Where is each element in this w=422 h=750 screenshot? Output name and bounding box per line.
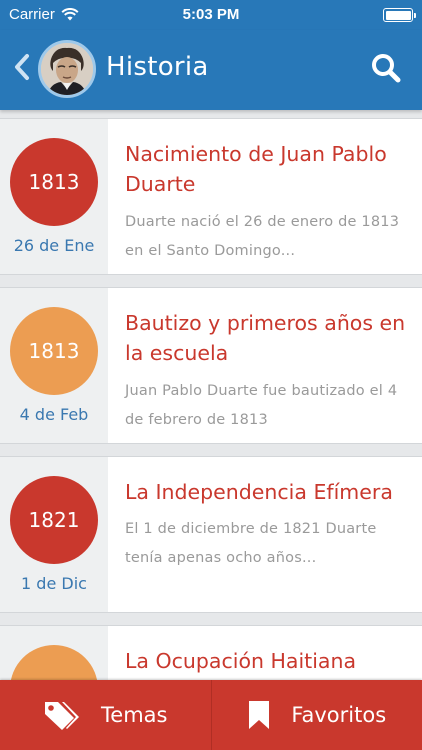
page-title: Historia — [106, 52, 209, 82]
tab-favoritos[interactable]: Favoritos — [210, 680, 422, 750]
day-label: 4 de Feb — [19, 405, 89, 424]
status-bar: Carrier 5:03 PM — [0, 0, 422, 30]
year-badge: 1813 — [10, 307, 98, 395]
event-description: Juan Pablo Duarte fue bautizado el 4 de … — [125, 383, 398, 428]
list-item[interactable]: 1813 26 de Ene Nacimiento de Juan Pablo … — [0, 118, 422, 275]
battery-level — [385, 10, 411, 20]
bookmark-icon — [249, 701, 270, 729]
chevron-left-icon — [15, 54, 29, 80]
search-button[interactable] — [370, 52, 402, 84]
date-column: 1813 4 de Feb — [0, 288, 108, 443]
year-badge: 1821 — [10, 476, 98, 564]
tab-temas-label: Temas — [101, 703, 168, 727]
nav-bar: Historia — [0, 30, 422, 110]
tab-temas[interactable]: Temas — [0, 680, 211, 750]
event-description: Duarte nació el 26 de enero de 1813 en e… — [125, 214, 400, 259]
event-title: Bautizo y primeros años en la escuela — [125, 311, 406, 365]
day-label: 1 de Dic — [21, 574, 87, 593]
event-title: Nacimiento de Juan Pablo Duarte — [125, 142, 387, 196]
clock: 5:03 PM — [182, 6, 240, 23]
list-item[interactable]: 1821 1 de Dic La Independencia Efímera E… — [0, 456, 422, 613]
avatar[interactable] — [38, 40, 96, 98]
event-title: La Independencia Efímera — [125, 480, 393, 504]
tab-favoritos-label: Favoritos — [291, 703, 387, 727]
day-label: 26 de Ene — [13, 236, 95, 255]
tags-icon — [45, 702, 80, 730]
portrait-image — [41, 43, 93, 95]
event-description: El 1 de diciembre de 1821 Duarte tenía a… — [125, 521, 377, 566]
battery-icon — [383, 8, 416, 22]
date-column: 1821 1 de Dic — [0, 457, 108, 612]
search-icon — [372, 54, 401, 83]
list-item[interactable]: 1813 4 de Feb Bautizo y primeros años en… — [0, 287, 422, 444]
tab-bar: Temas Favoritos — [0, 680, 422, 750]
event-title: La Ocupación Haitiana — [125, 649, 357, 673]
year-badge: 1813 — [10, 138, 98, 226]
back-button[interactable] — [8, 52, 36, 82]
date-column: 1813 26 de Ene — [0, 119, 108, 274]
